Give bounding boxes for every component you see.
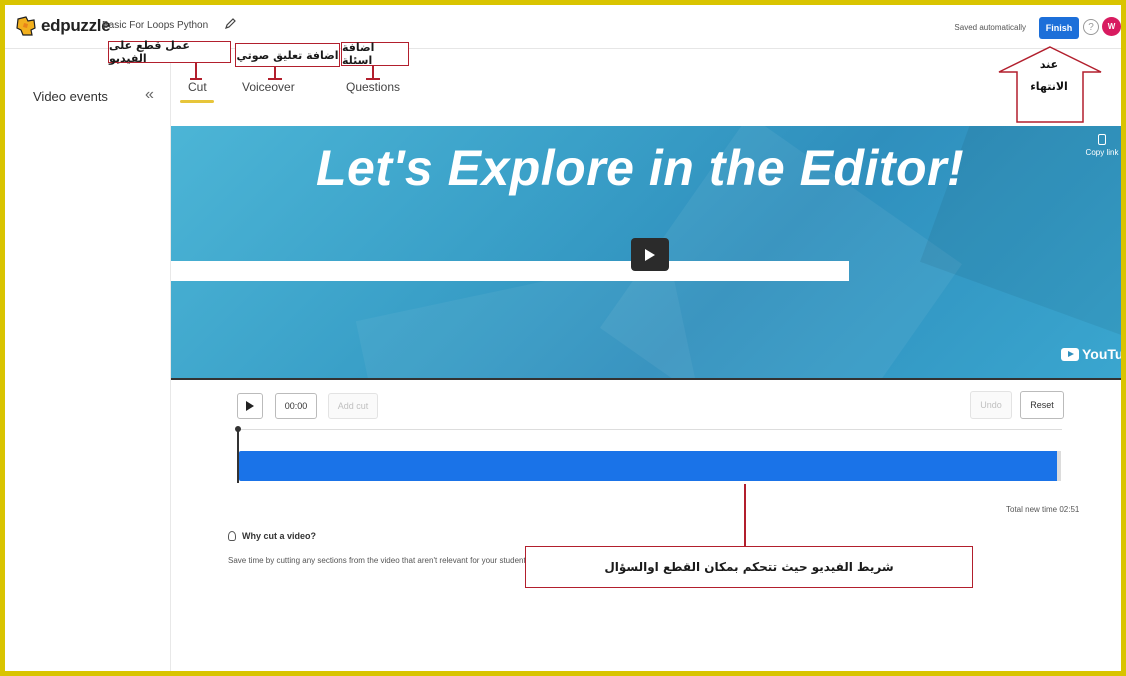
annotation-finish-line2: الانتهاء	[1030, 80, 1068, 93]
youtube-logo[interactable]: YouTube	[1061, 346, 1121, 362]
video-timeline[interactable]	[239, 451, 1059, 481]
logo-text: edpuzzle	[41, 16, 111, 35]
copy-link-button[interactable]: Copy link	[1084, 134, 1120, 157]
why-cut-heading: Why cut a video?	[228, 531, 316, 541]
annotation-connector	[268, 78, 282, 80]
youtube-icon	[1061, 347, 1079, 361]
active-tab-indicator	[180, 100, 214, 103]
timeline-end-handle[interactable]	[1057, 451, 1061, 481]
reset-button[interactable]: Reset	[1020, 391, 1064, 419]
save-status: Saved automatically	[954, 23, 1026, 32]
play-button[interactable]	[631, 238, 669, 271]
annotation-voiceover: اضافة تعليق صوتي	[235, 43, 340, 67]
undo-button[interactable]: Undo	[970, 391, 1012, 419]
copy-icon	[1098, 134, 1106, 145]
sidebar: Video events «	[5, 50, 171, 671]
play-icon	[645, 248, 655, 261]
divider	[171, 378, 1121, 380]
annotation-finish-line1: عند	[1039, 58, 1059, 71]
video-slide-bar	[171, 261, 849, 281]
collapse-sidebar-icon[interactable]: «	[145, 86, 154, 104]
edpuzzle-logo[interactable]: edpuzzle	[15, 15, 111, 37]
tab-questions[interactable]: Questions	[346, 80, 400, 94]
annotation-connector	[190, 78, 202, 80]
avatar[interactable]: W	[1102, 17, 1121, 36]
pencil-icon[interactable]	[223, 17, 237, 31]
annotation-questions: اضافة اسئلة	[341, 41, 409, 67]
playhead-handle[interactable]	[235, 426, 241, 432]
why-cut-description: Save time by cutting any sections from t…	[228, 556, 532, 565]
add-cut-button[interactable]: Add cut	[328, 393, 378, 419]
annotation-timeline: شريط الفيديو حيث تتحكم بمكان القطع اوالس…	[525, 546, 973, 588]
annotation-connector	[366, 78, 380, 80]
video-title: Basic For Loops Python	[102, 20, 209, 31]
finish-button[interactable]: Finish	[1039, 17, 1079, 39]
timeline-ruler	[238, 429, 1062, 430]
total-new-time: Total new time 02:51	[1006, 505, 1080, 514]
lightbulb-icon	[228, 531, 236, 541]
annotation-finish: عند الانتهاء	[1010, 54, 1088, 98]
tab-cut[interactable]: Cut	[188, 80, 207, 94]
time-input[interactable]: 00:00	[275, 393, 317, 419]
why-cut-title: Why cut a video?	[242, 531, 317, 541]
video-player[interactable]: Let's Explore in the Editor! Copy link Y…	[171, 126, 1121, 378]
annotation-connector	[195, 63, 197, 79]
video-headline: Let's Explore in the Editor!	[316, 140, 965, 196]
copy-link-label: Copy link	[1085, 148, 1119, 157]
help-icon[interactable]: ?	[1083, 19, 1099, 35]
timeline-play-button[interactable]	[237, 393, 263, 419]
playhead[interactable]	[237, 427, 239, 483]
youtube-label: YouTube	[1082, 346, 1121, 362]
annotation-connector	[744, 484, 746, 547]
sidebar-title: Video events	[33, 89, 108, 104]
annotation-cut: عمل قطع على الفيديو	[108, 39, 231, 65]
play-icon	[246, 401, 254, 411]
tab-voiceover[interactable]: Voiceover	[242, 80, 295, 94]
puzzle-logo-icon	[16, 16, 36, 36]
